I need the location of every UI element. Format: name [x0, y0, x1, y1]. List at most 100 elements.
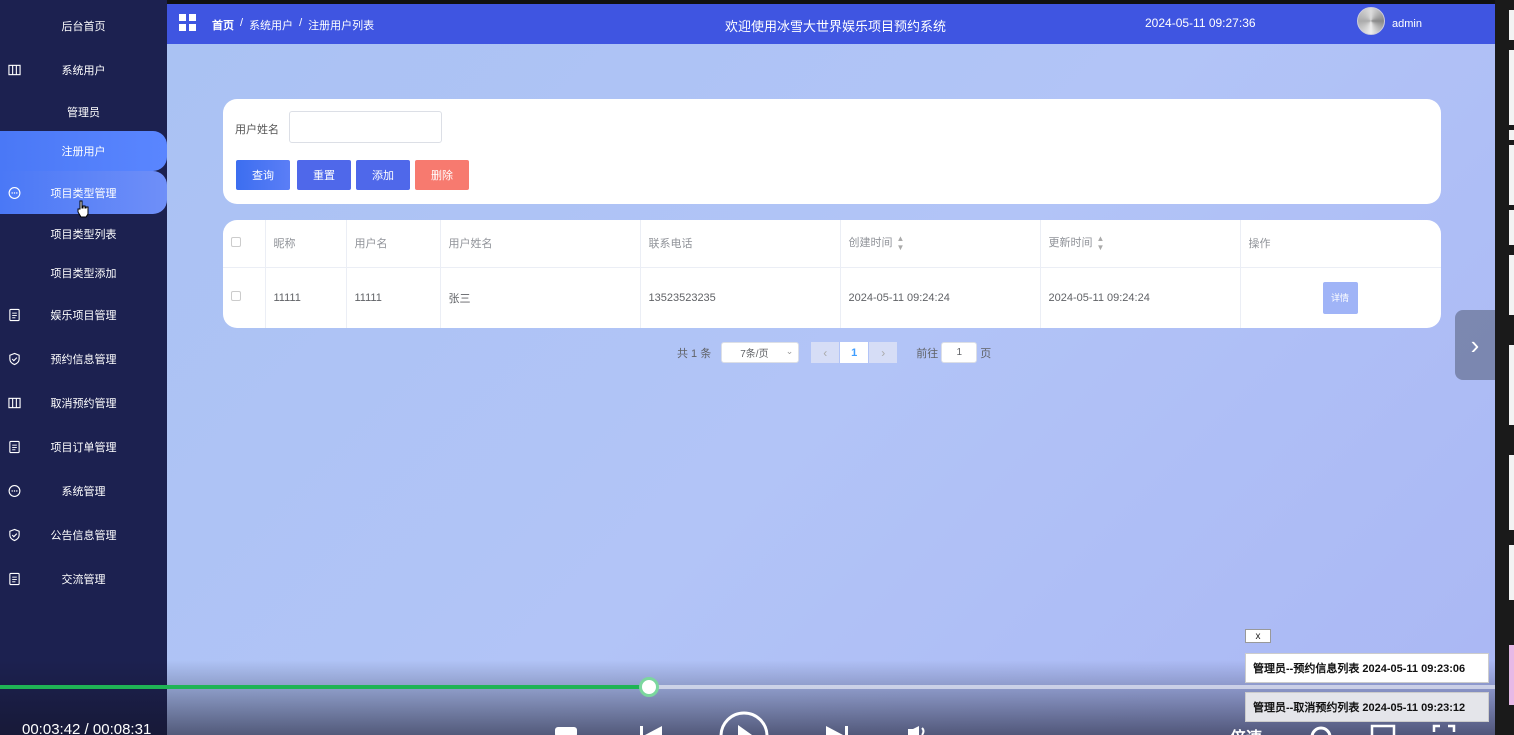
datetime-display: 2024-05-11 09:27:36 — [1145, 16, 1256, 30]
sidebar-item-label: 预约信息管理 — [50, 354, 117, 366]
row-checkbox[interactable] — [231, 291, 241, 302]
chevron-down-icon: ⌄ — [785, 346, 794, 356]
shield-icon — [9, 528, 20, 542]
playback-speed-button[interactable]: 倍速 — [1230, 724, 1262, 735]
notification-close-button[interactable]: x — [1245, 629, 1271, 643]
fullscreen-icon[interactable] — [1432, 724, 1456, 735]
next-slide-button[interactable]: › — [1455, 310, 1495, 380]
edge-tile — [1509, 10, 1514, 40]
gear-icon[interactable] — [1308, 724, 1334, 735]
notification-item[interactable]: 管理员--预约信息列表 2024-05-11 09:23:06 — [1245, 653, 1489, 683]
query-button[interactable]: 查询 — [236, 160, 290, 190]
chevron-right-icon: › — [881, 345, 886, 360]
sidebar-item-label: 后台首页 — [61, 21, 106, 33]
grid-menu-icon[interactable] — [179, 14, 196, 31]
sidebar-item-label: 项目类型列表 — [50, 229, 117, 241]
cell-created: 2024-05-11 09:24:24 — [840, 267, 1041, 328]
goto-label: 前往 — [916, 347, 939, 360]
breadcrumb-separator: / — [299, 17, 303, 29]
stop-icon[interactable] — [555, 726, 577, 735]
breadcrumb-home[interactable]: 首页 — [212, 17, 234, 33]
sidebar-item-entertainment[interactable]: 娱乐项目管理 — [0, 297, 167, 333]
select-all-checkbox[interactable] — [231, 236, 241, 247]
sidebar-item-label: 娱乐项目管理 — [50, 310, 117, 322]
right-window-edge — [1495, 0, 1514, 735]
search-panel: 用户姓名 查询 重置 添加 删除 — [223, 99, 1441, 204]
sidebar-item-system-users[interactable]: 系统用户 — [0, 52, 167, 88]
chat-icon — [8, 186, 21, 199]
sidebar-item-orders[interactable]: 项目订单管理 — [0, 429, 167, 465]
sidebar-item-label: 公告信息管理 — [50, 530, 117, 542]
column-header-updated[interactable]: 更新时间 ▲ ▼ — [1040, 220, 1241, 268]
edge-tile — [1509, 455, 1514, 530]
column-header-actions: 操作 — [1240, 220, 1441, 268]
next-page-button[interactable]: › — [869, 342, 898, 363]
column-header-phone: 联系电话 — [640, 220, 841, 268]
sidebar-item-home[interactable]: 后台首页 — [0, 8, 167, 44]
sidebar-item-cancellations[interactable]: 取消预约管理 — [0, 385, 167, 421]
screen-mode-icon[interactable] — [1370, 724, 1396, 735]
edge-tile — [1509, 545, 1514, 600]
chevron-right-icon: › — [1470, 329, 1480, 360]
sidebar-item-system[interactable]: 系统管理 — [0, 473, 167, 509]
play-icon[interactable] — [718, 710, 770, 735]
breadcrumb-separator: / — [240, 17, 244, 29]
column-header-created[interactable]: 创建时间 ▲ ▼ — [840, 220, 1041, 268]
sidebar-item-label: 项目类型添加 — [50, 268, 117, 280]
cell-updated: 2024-05-11 09:24:24 — [1040, 267, 1241, 328]
cell-actions: 详情 — [1240, 267, 1441, 328]
search-input[interactable] — [289, 111, 442, 143]
sidebar-item-communication[interactable]: 交流管理 — [0, 561, 167, 597]
cell-username: 11111 — [346, 267, 441, 328]
row-select-cell — [223, 267, 266, 328]
sidebar-item-project-type-add[interactable]: 项目类型添加 — [0, 255, 167, 291]
video-time: 00:03:42 / 00:08:31 — [22, 721, 152, 735]
columns-icon — [8, 64, 21, 76]
document-icon — [9, 572, 20, 586]
sidebar-item-registered-users[interactable]: 注册用户 — [0, 131, 167, 171]
breadcrumb-system-users[interactable]: 系统用户 — [249, 17, 293, 33]
shield-icon — [9, 352, 20, 366]
sidebar-item-label: 系统用户 — [61, 65, 106, 77]
next-icon[interactable] — [824, 726, 848, 735]
columns-icon — [8, 397, 21, 409]
edge-tile — [1509, 50, 1514, 125]
username-label[interactable]: admin — [1392, 18, 1422, 30]
sidebar-item-label: 项目类型管理 — [50, 187, 117, 200]
sidebar-item-label: 管理员 — [67, 107, 100, 119]
add-button[interactable]: 添加 — [356, 160, 410, 190]
volume-icon[interactable] — [906, 726, 930, 735]
detail-button[interactable]: 详情 — [1322, 281, 1358, 314]
pagination: 共 1 条 7条/页 ⌄ ‹ 1 › 前往 1 页 — [677, 342, 991, 363]
page-size-value: 7条/页 — [740, 349, 769, 360]
goto-page-input[interactable]: 1 — [941, 342, 978, 363]
document-icon — [9, 308, 20, 322]
main-content: 用户姓名 查询 重置 添加 删除 昵称 用户名 用户姓名 联系电话 创建时间 ▲ ▼… — [167, 44, 1495, 735]
video-progress-fill — [0, 685, 649, 689]
sidebar-item-announcements[interactable]: 公告信息管理 — [0, 517, 167, 553]
video-progress-bar[interactable] — [0, 677, 1495, 697]
edge-tile — [1509, 130, 1514, 140]
notification-item[interactable]: 管理员--取消预约列表 2024-05-11 09:23:12 — [1245, 692, 1489, 722]
document-icon — [9, 440, 20, 454]
sidebar-item-admin[interactable]: 管理员 — [0, 94, 167, 130]
avatar[interactable] — [1357, 7, 1385, 35]
prev-page-button[interactable]: ‹ — [811, 342, 840, 363]
column-header-nickname: 昵称 — [265, 220, 347, 268]
page-size-select[interactable]: 7条/页 ⌄ — [721, 342, 800, 363]
sidebar-item-reservations[interactable]: 预约信息管理 — [0, 341, 167, 377]
edge-tile — [1509, 255, 1514, 315]
sort-icon[interactable]: ▲ ▼ — [1097, 234, 1105, 252]
edge-tile — [1509, 345, 1514, 425]
column-header-updated-label: 更新时间 — [1048, 237, 1093, 250]
reset-button[interactable]: 重置 — [297, 160, 351, 190]
column-header-created-label: 创建时间 — [848, 237, 893, 250]
video-progress-handle[interactable] — [638, 677, 659, 697]
table-row: 11111 11111 张三 13523523235 2024-05-11 09… — [223, 267, 1441, 328]
column-header-realname: 用户姓名 — [440, 220, 641, 268]
page-number-current[interactable]: 1 — [840, 342, 869, 363]
sort-icon[interactable]: ▲ ▼ — [897, 234, 905, 252]
previous-icon[interactable] — [640, 726, 664, 735]
sidebar-item-project-type-list[interactable]: 项目类型列表 — [0, 216, 167, 252]
delete-button[interactable]: 删除 — [415, 160, 469, 190]
